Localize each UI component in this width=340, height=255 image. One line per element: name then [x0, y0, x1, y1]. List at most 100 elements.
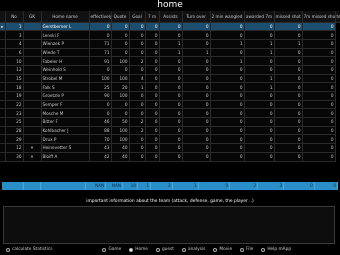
- stat-cell[interactable]: 0: [274, 56, 303, 66]
- stat-cell[interactable]: 0: [274, 30, 303, 40]
- stat-cell[interactable]: 0: [302, 22, 336, 32]
- stat-cell[interactable]: 2: [129, 117, 146, 127]
- stat-cell[interactable]: 0: [244, 126, 275, 136]
- stat-cell[interactable]: 0: [182, 134, 211, 145]
- stat-cell[interactable]: 0: [244, 143, 275, 153]
- stat-cell[interactable]: 0: [302, 100, 336, 110]
- stat-cell[interactable]: 0: [274, 22, 303, 32]
- stat-cell[interactable]: 0: [129, 108, 146, 119]
- stat-cell[interactable]: 0: [302, 91, 336, 101]
- stat-cell[interactable]: 0: [129, 39, 146, 49]
- column-header[interactable]: No: [5, 11, 24, 23]
- player-row[interactable]: 3 Lenski F0000000000: [0, 30, 340, 40]
- player-row[interactable]: ▸ 1 Gerstberner L0000000000: [0, 22, 340, 32]
- player-name-cell[interactable]: Drux P: [41, 134, 90, 145]
- player-name-cell[interactable]: Strobel M: [41, 74, 90, 84]
- stat-cell[interactable]: 2: [129, 126, 146, 136]
- stat-cell[interactable]: 50: [111, 117, 130, 127]
- player-name-cell[interactable]: Bitter F: [41, 117, 90, 127]
- stat-cell[interactable]: 71: [89, 39, 112, 49]
- stat-cell[interactable]: 0: [145, 126, 160, 136]
- calculate-statistics-option[interactable]: calculate Statistics: [6, 247, 52, 252]
- player-name-cell[interactable]: Lenski F: [41, 30, 90, 40]
- column-header[interactable]: awarded 7m: [244, 11, 275, 23]
- stat-cell[interactable]: 0: [145, 117, 160, 127]
- player-number-cell[interactable]: 29: [5, 134, 24, 145]
- stat-cell[interactable]: 0: [274, 143, 303, 153]
- stat-cell[interactable]: 0: [111, 48, 130, 58]
- goalkeeper-mark[interactable]: [23, 22, 42, 32]
- stat-cell[interactable]: 0: [244, 56, 275, 66]
- player-name-cell[interactable]: Weinhold S: [41, 65, 90, 75]
- stat-cell[interactable]: 0: [244, 30, 275, 40]
- stat-cell[interactable]: 100: [111, 126, 130, 136]
- player-row[interactable]: 25 Bitter F 46 50 2 0 0 0 0 0 0 0: [0, 117, 340, 127]
- stat-cell[interactable]: 43: [89, 143, 112, 153]
- player-row[interactable]: 22 Semper F0000000000: [0, 100, 340, 110]
- stat-cell[interactable]: 0: [182, 74, 211, 84]
- player-number-cell[interactable]: 25: [5, 117, 24, 127]
- column-header[interactable]: effectively: [89, 11, 112, 23]
- player-name-cell[interactable]: Wiede T: [41, 48, 90, 58]
- goalkeeper-mark[interactable]: ✕: [23, 143, 42, 153]
- stat-cell[interactable]: 0: [159, 100, 183, 110]
- stat-cell[interactable]: 0: [302, 117, 336, 127]
- stat-cell[interactable]: 70: [89, 134, 112, 145]
- column-header[interactable]: 7 m: [145, 11, 160, 23]
- stat-cell[interactable]: 0: [274, 117, 303, 127]
- stat-cell[interactable]: 0: [129, 48, 146, 58]
- stat-cell[interactable]: 0: [182, 108, 211, 119]
- stat-cell[interactable]: 0: [182, 100, 211, 110]
- stat-cell[interactable]: 0: [159, 22, 183, 32]
- stat-cell[interactable]: 0: [210, 117, 245, 127]
- stat-cell[interactable]: 0: [129, 143, 146, 153]
- stat-cell[interactable]: 40: [111, 143, 130, 153]
- column-header[interactable]: 7m missed shot: [302, 11, 336, 23]
- stat-cell[interactable]: 0: [129, 100, 146, 110]
- stat-cell[interactable]: 0: [145, 82, 160, 92]
- stat-cell[interactable]: 0: [145, 91, 160, 101]
- player-number-cell[interactable]: 12: [5, 143, 24, 153]
- stat-cell[interactable]: 0: [159, 126, 183, 136]
- goalkeeper-mark[interactable]: [23, 39, 42, 49]
- stat-cell[interactable]: 0: [244, 65, 275, 75]
- column-header[interactable]: Assists: [159, 11, 183, 23]
- stat-cell[interactable]: 0: [302, 48, 336, 58]
- stat-cell[interactable]: 0: [274, 152, 303, 162]
- stat-cell[interactable]: 0: [274, 91, 303, 101]
- stat-cell[interactable]: 0: [111, 65, 130, 75]
- player-row[interactable]: 12 ✕ Heinevetter S 43 40 0 0 0 0 0 0 0 0: [0, 143, 340, 153]
- stat-cell[interactable]: 0: [302, 65, 336, 75]
- stat-cell[interactable]: 40: [111, 152, 130, 162]
- stat-cell[interactable]: 0: [129, 152, 146, 162]
- stat-cell[interactable]: 0: [89, 30, 112, 40]
- stat-cell[interactable]: 0: [145, 65, 160, 75]
- player-number-cell[interactable]: 3: [5, 30, 24, 40]
- stat-cell[interactable]: 0: [159, 91, 183, 101]
- player-row[interactable]: 15 Strobel M 100 100 4 0 0 0 0 1 0 0: [0, 74, 340, 84]
- stat-cell[interactable]: 0: [129, 22, 146, 32]
- stat-cell[interactable]: 0: [302, 74, 336, 84]
- player-number-cell[interactable]: 30: [5, 152, 24, 162]
- nav-option-guest[interactable]: guest: [155, 247, 174, 252]
- nav-option-help-mapp[interactable]: Help mApp: [261, 247, 291, 252]
- stat-cell[interactable]: 0: [244, 22, 275, 32]
- player-name-cell[interactable]: Bloiff A: [41, 152, 90, 162]
- goalkeeper-mark[interactable]: ✕: [23, 152, 42, 162]
- stat-cell[interactable]: 2: [129, 56, 146, 66]
- player-name-cell[interactable]: Heinevetter S: [41, 143, 90, 153]
- goalkeeper-mark[interactable]: [23, 100, 42, 110]
- stat-cell[interactable]: 1: [159, 48, 183, 58]
- player-name-cell[interactable]: Gerstberner L: [41, 22, 90, 32]
- stat-cell[interactable]: 0: [274, 82, 303, 92]
- stat-cell[interactable]: 0: [274, 65, 303, 75]
- stat-cell[interactable]: 0: [182, 22, 211, 32]
- stat-cell[interactable]: 0: [244, 100, 275, 110]
- stat-cell[interactable]: 100: [111, 74, 130, 84]
- goalkeeper-mark[interactable]: [23, 134, 42, 145]
- goalkeeper-mark[interactable]: [23, 91, 42, 101]
- goalkeeper-mark[interactable]: [23, 56, 42, 66]
- player-row[interactable]: 19 Groetzle P 90 100 0 0 0 0 0 0 0 0: [0, 91, 340, 101]
- stat-cell[interactable]: 0: [129, 134, 146, 145]
- stat-cell[interactable]: 0: [145, 22, 160, 32]
